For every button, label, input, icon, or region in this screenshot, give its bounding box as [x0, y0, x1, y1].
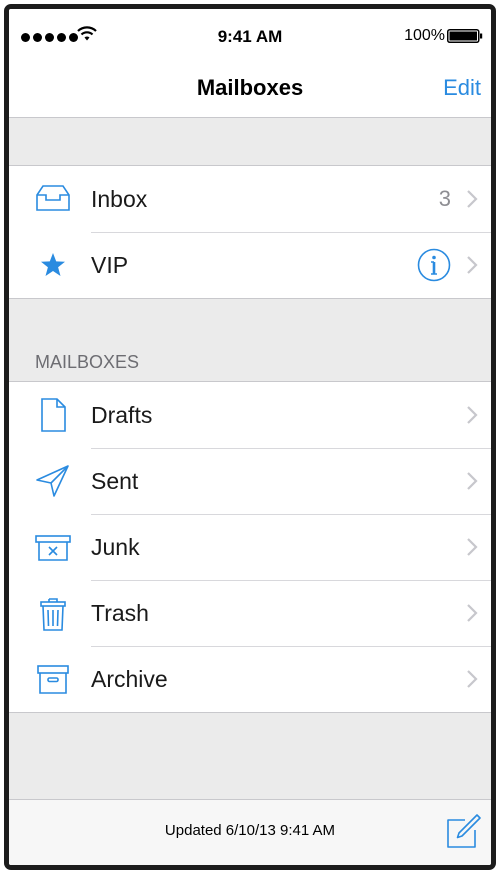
chevron-right-icon — [465, 536, 479, 558]
chevron-right-icon — [465, 254, 479, 276]
bottom-toolbar: Updated 6/10/13 9:41 AM — [9, 799, 491, 865]
mailbox-row-drafts[interactable]: Drafts — [9, 382, 491, 448]
paper-plane-icon — [33, 461, 73, 501]
battery-icon — [447, 29, 483, 43]
chevron-right-icon — [465, 602, 479, 624]
compose-icon[interactable] — [443, 812, 481, 850]
document-icon — [33, 395, 73, 435]
battery-percentage: 100% — [404, 27, 445, 44]
status-bar: 9:41 AM 100% — [9, 9, 491, 53]
unread-count: 3 — [438, 186, 451, 211]
mailbox-label: Junk — [91, 534, 140, 560]
mailbox-label: VIP — [91, 252, 129, 278]
mailbox-row-vip[interactable]: VIP — [9, 232, 491, 298]
section-header: MAILBOXES — [35, 352, 140, 372]
phone-screen: 9:41 AM 100% Mailboxes Edit Inbox 3 VIP … — [4, 4, 496, 870]
page-title: Mailboxes — [196, 75, 304, 100]
archive-box-icon — [33, 659, 73, 699]
mailboxes-group: Drafts Sent Junk Trash Archive — [9, 381, 491, 713]
favorites-group: Inbox 3 VIP — [9, 165, 491, 299]
mailbox-label: Drafts — [91, 402, 153, 428]
navigation-bar: Mailboxes Edit — [9, 53, 491, 118]
mailbox-row-sent[interactable]: Sent — [9, 448, 491, 514]
star-icon — [33, 245, 73, 285]
update-status: Updated 6/10/13 9:41 AM — [164, 822, 336, 839]
mailbox-label: Trash — [91, 600, 149, 626]
trash-can-icon — [33, 593, 73, 633]
chevron-right-icon — [465, 188, 479, 210]
mailbox-label: Archive — [91, 666, 168, 692]
mailbox-row-archive[interactable]: Archive — [9, 646, 491, 712]
chevron-right-icon — [465, 470, 479, 492]
mailbox-label: Inbox — [91, 186, 148, 212]
info-icon[interactable] — [417, 248, 451, 282]
junk-bin-icon — [33, 527, 73, 567]
edit-button[interactable]: Edit — [443, 75, 481, 101]
chevron-right-icon — [465, 404, 479, 426]
mailbox-row-junk[interactable]: Junk — [9, 514, 491, 580]
mailbox-row-trash[interactable]: Trash — [9, 580, 491, 646]
inbox-tray-icon — [33, 179, 73, 219]
chevron-right-icon — [465, 668, 479, 690]
mailbox-row-inbox[interactable]: Inbox 3 — [9, 166, 491, 232]
mailbox-label: Sent — [91, 468, 139, 494]
